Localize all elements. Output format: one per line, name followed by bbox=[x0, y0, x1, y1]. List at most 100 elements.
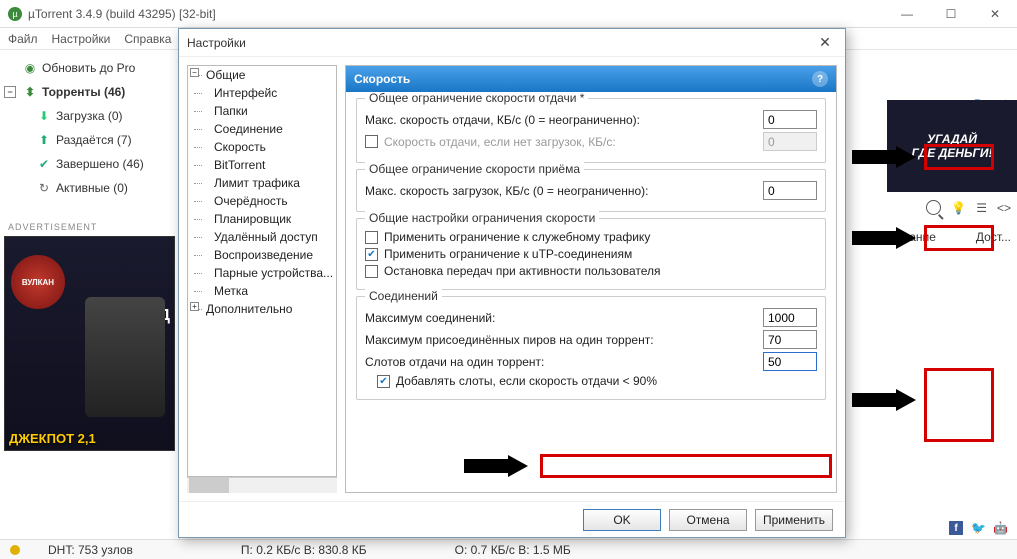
window-title: µTorrent 3.4.9 (build 43295) [32-bit] bbox=[28, 7, 885, 21]
maximize-button[interactable]: ☐ bbox=[929, 0, 973, 28]
search-icon[interactable] bbox=[926, 200, 941, 215]
app-logo-icon: µ bbox=[8, 7, 22, 21]
refresh-icon: ↻ bbox=[38, 182, 50, 194]
minimize-button[interactable]: — bbox=[885, 0, 929, 28]
rss-icon[interactable]: ☰ bbox=[976, 201, 987, 215]
torrents-icon: ⬍ bbox=[24, 86, 36, 98]
dialog-buttons: OK Отмена Применить bbox=[179, 501, 845, 537]
right-ad-banner[interactable]: УГАДАЙ ГДЕ ДЕНЬГИ! bbox=[887, 100, 1017, 192]
shield-icon: ◉ bbox=[24, 62, 36, 74]
col-name[interactable]: ание bbox=[909, 230, 936, 244]
tree-limit[interactable]: Лимит трафика bbox=[188, 174, 336, 192]
status-dht: DHT: 753 узлов bbox=[48, 543, 133, 557]
android-icon[interactable]: 🤖 bbox=[993, 521, 1007, 535]
dialog-close-button[interactable]: ✕ bbox=[813, 33, 837, 53]
nav-upgrade[interactable]: ◉ Обновить до Pro bbox=[0, 56, 179, 80]
download-max-input[interactable] bbox=[763, 181, 817, 200]
tree-interface[interactable]: Интерфейс bbox=[188, 84, 336, 102]
limit-utp-checkbox[interactable]: ✔ bbox=[365, 248, 378, 261]
toolbar-icons: 💡 ☰ <> bbox=[926, 200, 1011, 215]
statusbar: DHT: 753 узлов П: 0.2 КБ/с B: 830.8 КБ О… bbox=[0, 539, 1017, 559]
tree-hscrollbar[interactable] bbox=[187, 477, 337, 493]
ad-banner[interactable]: ВУЛКАН ГД ДЖЕКПОТ 2,1 bbox=[4, 236, 175, 451]
status-up: О: 0.7 КБ/с B: 1.5 МБ bbox=[455, 543, 571, 557]
dialog-title: Настройки bbox=[187, 36, 246, 50]
nav-active-label: Активные (0) bbox=[56, 181, 128, 195]
nav-torrents-label: Торренты (46) bbox=[42, 85, 125, 99]
nav-upgrade-label: Обновить до Pro bbox=[42, 61, 135, 75]
upload-max-input[interactable] bbox=[763, 110, 817, 129]
menu-file[interactable]: Файл bbox=[8, 32, 38, 46]
limit-utp-label: Применить ограничение к uTP-соединениям bbox=[384, 247, 817, 261]
nav-downloading-label: Загрузка (0) bbox=[56, 109, 123, 123]
upload-alt-checkbox[interactable] bbox=[365, 135, 378, 148]
expand-icon[interactable]: + bbox=[190, 302, 199, 311]
group-general-label: Общие настройки ограничения скорости bbox=[365, 211, 599, 225]
tree-queue[interactable]: Очерёдность bbox=[188, 192, 336, 210]
check-icon: ✔ bbox=[38, 158, 50, 170]
settings-dialog: Настройки ✕ −Общие Интерфейс Папки Соеди… bbox=[178, 28, 846, 538]
menu-settings[interactable]: Настройки bbox=[52, 32, 111, 46]
ad-label: ADVERTISEMENT bbox=[0, 218, 179, 236]
conn-slots-input[interactable] bbox=[763, 352, 817, 371]
tree-playback[interactable]: Воспроизведение bbox=[188, 246, 336, 264]
add-slots-checkbox[interactable]: ✔ bbox=[377, 375, 390, 388]
col-avail[interactable]: Дост... bbox=[976, 230, 1011, 244]
tree-paired[interactable]: Парные устройства... bbox=[188, 264, 336, 282]
code-icon[interactable]: <> bbox=[997, 201, 1011, 215]
limit-overhead-label: Применить ограничение к служебному трафи… bbox=[384, 230, 817, 244]
help-icon[interactable]: ? bbox=[812, 71, 828, 87]
tree-general[interactable]: −Общие bbox=[188, 66, 336, 84]
stop-on-activity-checkbox[interactable] bbox=[365, 265, 378, 278]
tree-connection[interactable]: Соединение bbox=[188, 120, 336, 138]
nav-torrents[interactable]: −⬍ Торренты (46) bbox=[0, 80, 179, 104]
panel-header: Скорость? bbox=[346, 66, 836, 92]
settings-tree[interactable]: −Общие Интерфейс Папки Соединение Скорос… bbox=[187, 65, 337, 477]
tree-remote[interactable]: Удалённый доступ bbox=[188, 228, 336, 246]
upload-max-label: Макс. скорость отдачи, КБ/с (0 = неогран… bbox=[365, 113, 757, 127]
ad-vulkan-badge: ВУЛКАН bbox=[11, 255, 65, 309]
bulb-icon[interactable]: 💡 bbox=[951, 201, 966, 215]
tree-folders[interactable]: Папки bbox=[188, 102, 336, 120]
collapse-icon[interactable]: − bbox=[4, 86, 16, 98]
close-button[interactable]: ✕ bbox=[973, 0, 1017, 28]
download-max-label: Макс. скорость загрузок, КБ/с (0 = неогр… bbox=[365, 184, 757, 198]
menu-help[interactable]: Справка bbox=[124, 32, 171, 46]
tree-speed[interactable]: Скорость bbox=[188, 138, 336, 156]
group-general-limits: Общие настройки ограничения скорости При… bbox=[356, 218, 826, 290]
conn-peers-label: Максимум присоединённых пиров на один то… bbox=[365, 333, 757, 347]
tree-advanced[interactable]: +Дополнительно bbox=[188, 300, 336, 318]
nav-downloading[interactable]: ⬇ Загрузка (0) bbox=[0, 104, 179, 128]
upload-alt-label: Скорость отдачи, если нет загрузок, КБ/с… bbox=[384, 135, 757, 149]
stop-on-activity-label: Остановка передач при активности пользов… bbox=[384, 264, 817, 278]
group-connections: Соединений Максимум соединений: Максимум… bbox=[356, 296, 826, 400]
nav-completed[interactable]: ✔ Завершено (46) bbox=[0, 152, 179, 176]
nav-seeding[interactable]: ⬆Раздаётся (7) bbox=[0, 128, 179, 152]
tree-bittorrent[interactable]: BitTorrent bbox=[188, 156, 336, 174]
network-status-icon bbox=[10, 545, 20, 555]
cancel-button[interactable]: Отмена bbox=[669, 509, 747, 531]
conn-peers-input[interactable] bbox=[763, 330, 817, 349]
right-ad-line1: УГАДАЙ bbox=[927, 132, 977, 146]
nav-active[interactable]: ↻ Активные (0) bbox=[0, 176, 179, 200]
limit-overhead-checkbox[interactable] bbox=[365, 231, 378, 244]
tree-scheduler[interactable]: Планировщик bbox=[188, 210, 336, 228]
apply-button[interactable]: Применить bbox=[755, 509, 833, 531]
collapse-icon[interactable]: − bbox=[190, 68, 199, 77]
tree-labels[interactable]: Метка bbox=[188, 282, 336, 300]
ok-button[interactable]: OK bbox=[583, 509, 661, 531]
settings-panel: Скорость? Общее ограничение скорости отд… bbox=[345, 65, 837, 493]
ad-graphic bbox=[85, 297, 165, 417]
group-upload-label: Общее ограничение скорости отдачи * bbox=[365, 92, 588, 105]
group-download-limit: Общее ограничение скорости приёма Макс. … bbox=[356, 169, 826, 212]
social-icons: f 🐦 🤖 bbox=[949, 521, 1007, 535]
facebook-icon[interactable]: f bbox=[949, 521, 963, 535]
download-icon: ⬇ bbox=[38, 110, 50, 122]
conn-max-input[interactable] bbox=[763, 308, 817, 327]
twitter-icon[interactable]: 🐦 bbox=[971, 521, 985, 535]
nav-completed-label: Завершено (46) bbox=[56, 157, 144, 171]
upload-icon: ⬆ bbox=[38, 134, 50, 146]
upload-alt-input bbox=[763, 132, 817, 151]
conn-slots-label: Слотов отдачи на один торрент: bbox=[365, 355, 757, 369]
ad-jackpot: ДЖЕКПОТ 2,1 bbox=[9, 431, 96, 446]
